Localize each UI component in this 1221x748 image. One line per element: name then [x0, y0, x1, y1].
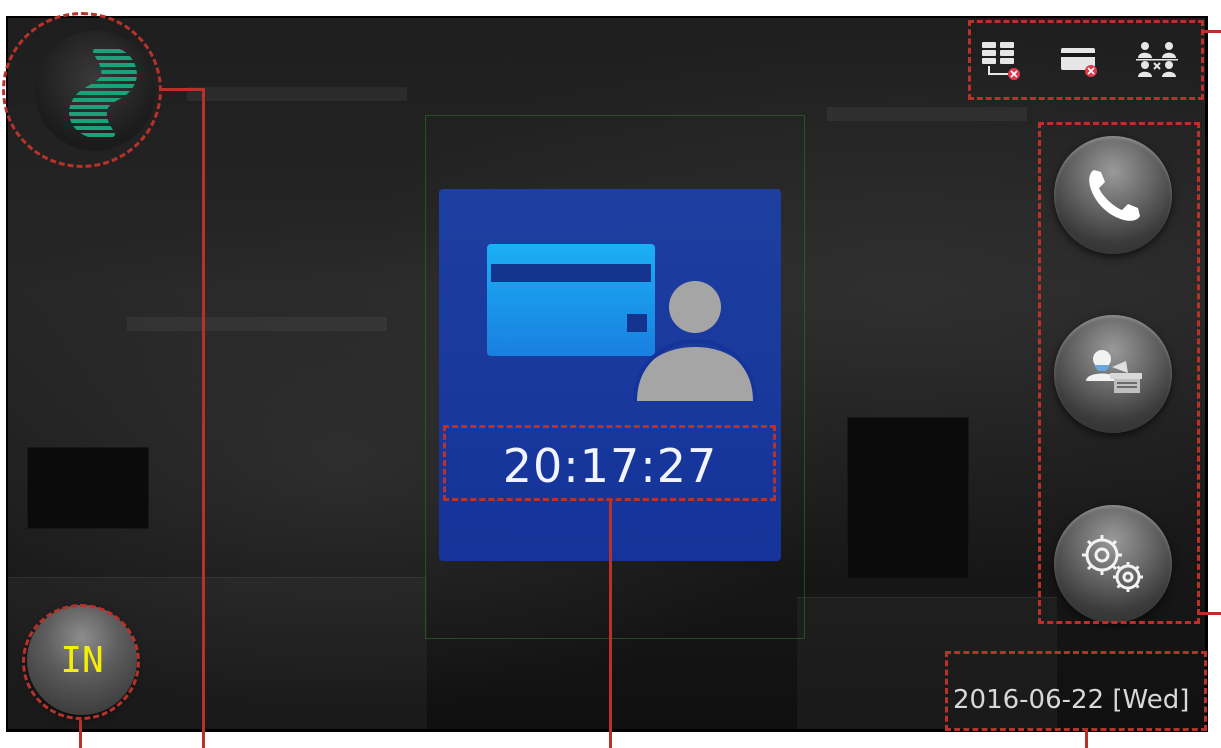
background-ceiling-light: [127, 317, 387, 331]
logo-callout: [2, 12, 162, 168]
background-monitor: [27, 447, 149, 529]
screen-border: [6, 16, 8, 731]
screen-border: [6, 16, 1207, 18]
date-leader-line: [1085, 731, 1088, 748]
card-and-user-icon: [487, 244, 757, 402]
side-buttons-callout: [1038, 122, 1200, 624]
in-button-leader-line: [79, 720, 82, 748]
logo-leader-line: [162, 88, 204, 91]
logo-leader-line: [202, 88, 205, 748]
date-callout: [945, 651, 1207, 731]
clock-leader-line: [609, 501, 612, 748]
in-button-callout: [22, 604, 140, 720]
buttons-leader-line: [1198, 612, 1221, 615]
background-monitor: [847, 417, 969, 579]
background-ceiling-light: [187, 87, 407, 101]
status-icons-callout: [968, 20, 1204, 100]
device-screen: 20:17:27 IN 2016-06-22 [Wed]: [6, 16, 1208, 732]
status-leader-line: [1204, 30, 1221, 33]
screen-border: [1205, 16, 1207, 731]
clock-callout: [443, 425, 776, 501]
background-ceiling-light: [827, 107, 1027, 121]
